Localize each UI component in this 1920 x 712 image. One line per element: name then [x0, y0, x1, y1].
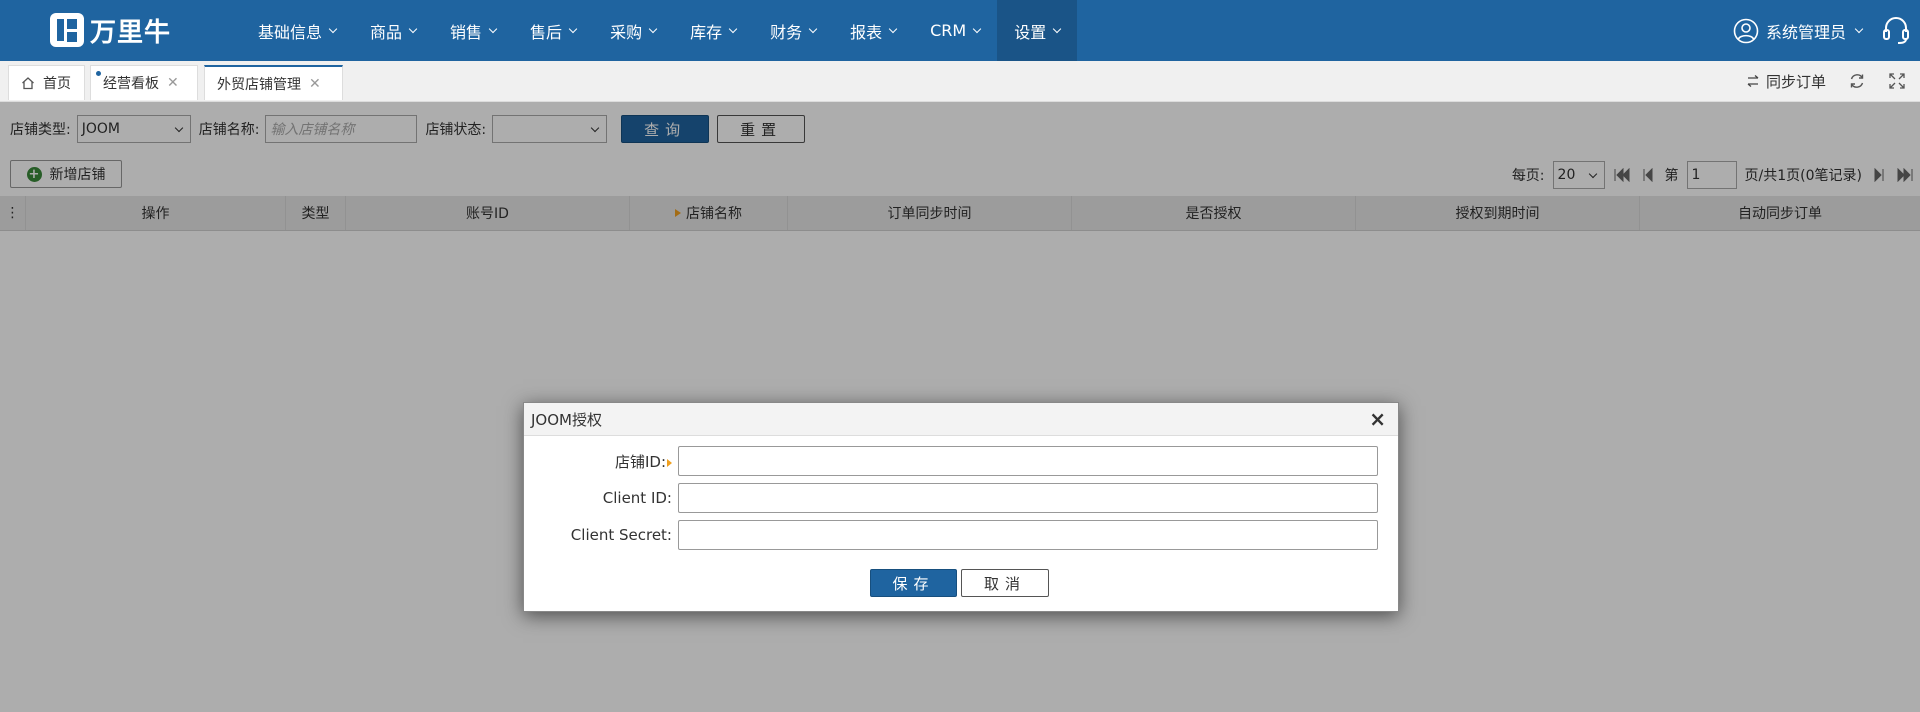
- nav-label: 报表: [850, 22, 883, 42]
- dialog-title: JOOM授权: [531, 410, 602, 429]
- refresh-icon[interactable]: [1848, 72, 1866, 90]
- unsaved-dot-icon: [96, 71, 101, 76]
- dialog-header: JOOM授权 ×: [524, 403, 1398, 436]
- nav-item-products[interactable]: 商品: [353, 0, 433, 61]
- close-tab-icon[interactable]: ✕: [167, 75, 179, 91]
- chevron-down-icon: [488, 24, 498, 33]
- nav-item-after-sales[interactable]: 售后: [513, 0, 593, 61]
- chevron-down-icon: [1052, 24, 1062, 33]
- user-name: 系统管理员: [1765, 22, 1846, 42]
- nav-item-settings[interactable]: 设置: [997, 0, 1078, 61]
- tab-business-dashboard[interactable]: 经营看板 ✕: [90, 65, 198, 100]
- fullscreen-icon[interactable]: [1888, 72, 1906, 90]
- tab-tools: 同步订单: [1746, 61, 1906, 101]
- sync-orders-label: 同步订单: [1765, 72, 1826, 91]
- chevron-down-icon: [408, 24, 418, 33]
- client-id-input[interactable]: [678, 483, 1378, 513]
- nav-label: 售后: [530, 22, 563, 42]
- nav-label: 基础信息: [258, 22, 323, 42]
- nav-item-basic-info[interactable]: 基础信息: [241, 0, 353, 61]
- nav-item-purchase[interactable]: 采购: [593, 0, 673, 61]
- store-id-input[interactable]: [678, 446, 1378, 476]
- tab-foreign-trade-store-management[interactable]: 外贸店铺管理 ✕: [204, 65, 343, 100]
- nav-label: 采购: [610, 22, 643, 42]
- nav-label: 财务: [770, 22, 803, 42]
- tab-label: 首页: [43, 76, 71, 92]
- nav-item-inventory[interactable]: 库存: [673, 0, 753, 61]
- tab-home[interactable]: 首页: [8, 65, 85, 100]
- client-secret-row: Client Secret:: [524, 519, 1398, 551]
- main-nav: 基础信息 商品 销售 售后 采购 库存 财务 报表 CRM 设置: [241, 0, 1078, 61]
- nav-label: 设置: [1014, 22, 1047, 42]
- chevron-down-icon: [568, 24, 578, 33]
- client-id-row: Client ID:: [524, 482, 1398, 514]
- top-navigation-bar: 万里牛 基础信息 商品 销售 售后 采购 库存 财务 报表 CRM 设置 系统管…: [0, 0, 1920, 61]
- nav-label: 商品: [370, 22, 403, 42]
- chevron-down-icon: [808, 24, 818, 33]
- customer-service-headset-icon[interactable]: [1880, 14, 1912, 46]
- chevron-down-icon: [648, 24, 658, 33]
- user-menu[interactable]: 系统管理员: [1733, 0, 1864, 61]
- cancel-button[interactable]: 取消: [961, 569, 1049, 597]
- chevron-down-icon: [888, 24, 898, 33]
- save-button[interactable]: 保存: [870, 569, 957, 597]
- nav-label: 销售: [450, 22, 483, 42]
- store-id-label: 店铺ID:: [524, 451, 678, 472]
- nav-item-crm[interactable]: CRM: [913, 0, 997, 61]
- chevron-down-icon: [972, 24, 982, 33]
- close-tab-icon[interactable]: ✕: [309, 76, 321, 92]
- nav-item-reports[interactable]: 报表: [833, 0, 913, 61]
- swap-arrows-icon: [1747, 75, 1759, 87]
- chevron-down-icon: [728, 24, 738, 33]
- dialog-actions: 保存 取消: [870, 569, 1049, 597]
- sync-orders-button[interactable]: 同步订单: [1746, 71, 1826, 92]
- client-secret-input[interactable]: [678, 520, 1378, 550]
- store-id-label-text: 店铺ID:: [614, 452, 666, 471]
- logo-text: 万里牛: [90, 17, 172, 48]
- client-secret-label: Client Secret:: [570, 526, 672, 544]
- required-marker-icon: [667, 458, 672, 467]
- tab-label: 外贸店铺管理: [217, 76, 301, 93]
- client-id-label: Client ID:: [602, 489, 672, 507]
- nav-item-finance[interactable]: 财务: [753, 0, 833, 61]
- chevron-down-icon: [328, 24, 338, 33]
- joom-authorization-dialog: JOOM授权 × 店铺ID: Client ID: Client Secret:…: [523, 402, 1399, 612]
- nav-label: 库存: [690, 22, 723, 42]
- close-icon[interactable]: ×: [1369, 407, 1386, 431]
- user-avatar-icon: [1733, 18, 1759, 43]
- app-logo[interactable]: 万里牛: [50, 13, 172, 48]
- tab-label: 经营看板: [103, 76, 159, 92]
- store-id-row: 店铺ID:: [524, 445, 1398, 477]
- logo-icon: [50, 13, 84, 47]
- nav-item-sales[interactable]: 销售: [433, 0, 513, 61]
- chevron-down-icon: [1854, 24, 1864, 33]
- nav-label: CRM: [930, 21, 967, 40]
- tab-bar: 首页 经营看板 ✕ 外贸店铺管理 ✕: [0, 61, 1920, 102]
- home-icon: [22, 77, 34, 90]
